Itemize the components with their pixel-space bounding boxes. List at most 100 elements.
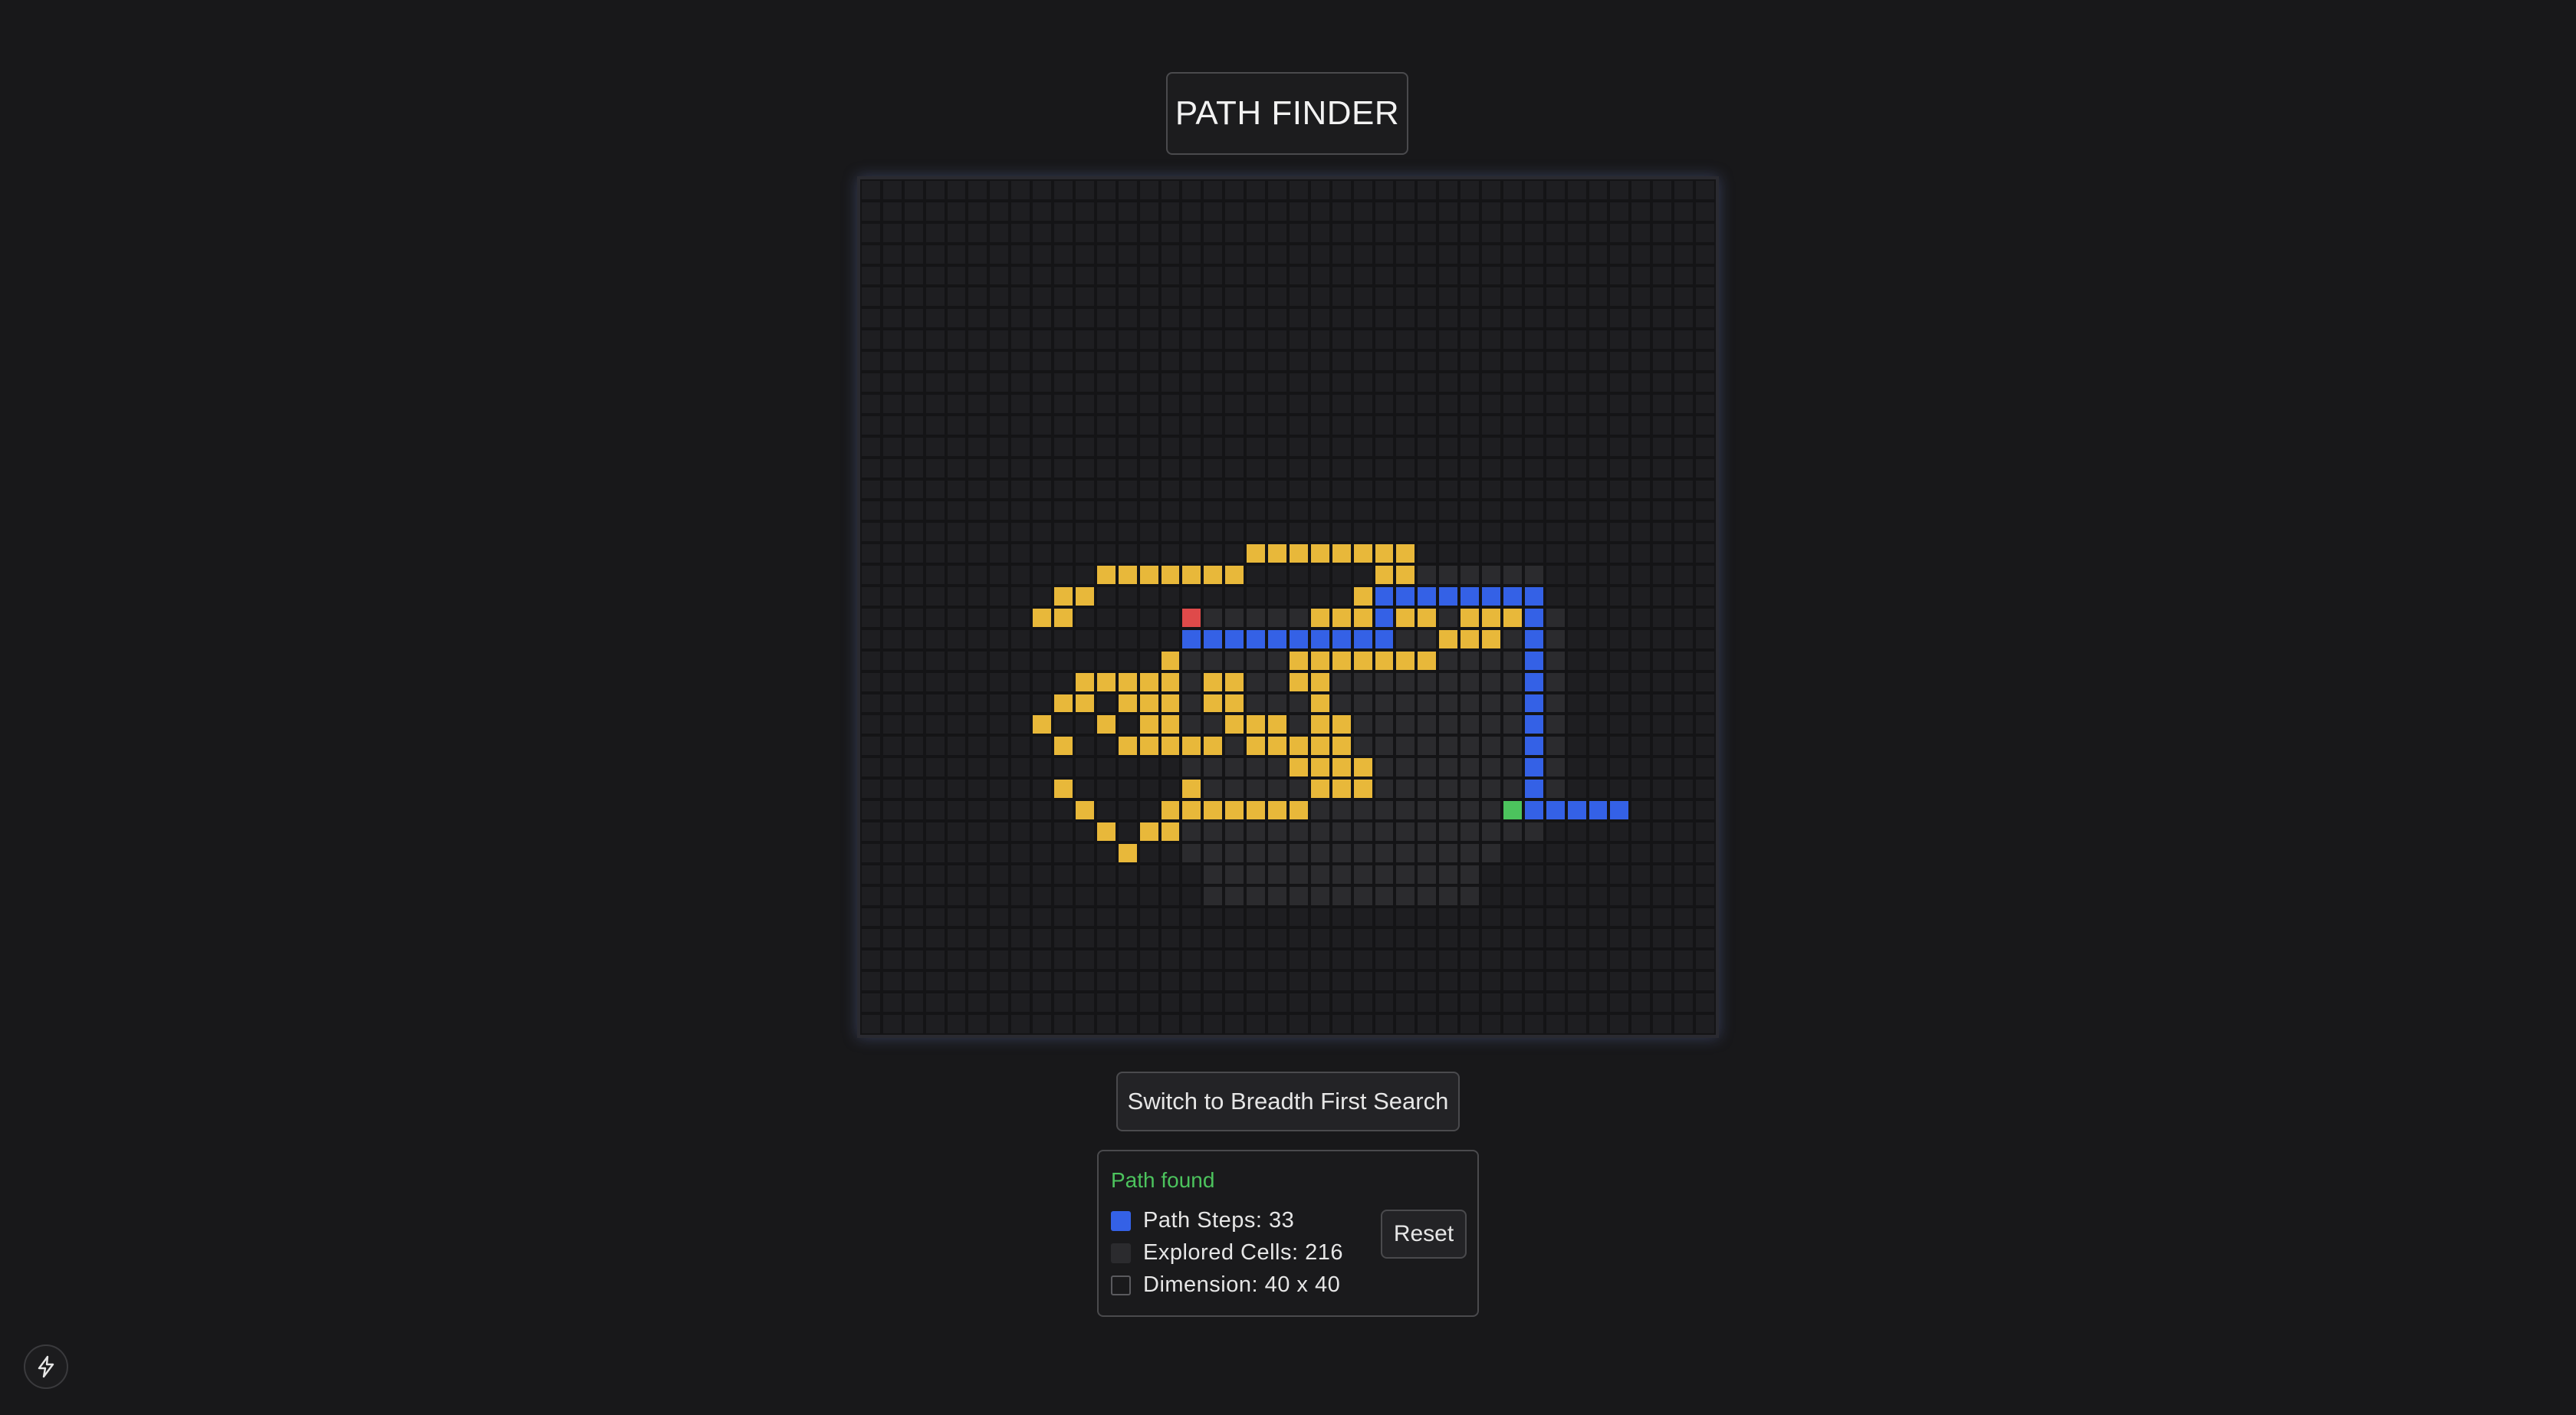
grid-cell[interactable] xyxy=(1073,649,1096,671)
grid-cell[interactable] xyxy=(1053,649,1074,671)
grid-cell[interactable] xyxy=(1459,435,1481,458)
grid-cell-explored[interactable] xyxy=(1202,820,1224,842)
grid-cell[interactable] xyxy=(1031,414,1053,436)
grid-cell[interactable] xyxy=(1352,179,1374,201)
grid-cell[interactable] xyxy=(1330,307,1352,330)
grid-cell[interactable] xyxy=(1373,500,1395,522)
grid-cell[interactable] xyxy=(1395,992,1417,1014)
grid-cell-explored[interactable] xyxy=(1501,778,1523,800)
grid-cell[interactable] xyxy=(1459,392,1481,415)
grid-cell-explored[interactable] xyxy=(1373,885,1395,907)
grid-cell[interactable] xyxy=(1159,863,1181,885)
grid-cell[interactable] xyxy=(1608,329,1631,351)
grid-cell[interactable] xyxy=(860,842,882,864)
grid-cell-explored[interactable] xyxy=(1181,692,1203,714)
grid-cell[interactable] xyxy=(1159,372,1181,393)
grid-cell[interactable] xyxy=(1544,264,1566,287)
grid-cell[interactable] xyxy=(1224,243,1246,265)
grid-cell[interactable] xyxy=(1438,1013,1460,1035)
grid-cell[interactable] xyxy=(1694,372,1716,393)
grid-cell[interactable] xyxy=(1694,949,1716,971)
grid-cell[interactable] xyxy=(1608,392,1631,415)
grid-cell-path[interactable] xyxy=(1480,586,1502,607)
grid-cell[interactable] xyxy=(881,799,903,821)
grid-cell[interactable] xyxy=(1031,307,1053,330)
grid-cell[interactable] xyxy=(1031,564,1053,586)
grid-cell[interactable] xyxy=(1587,179,1609,201)
grid-cell[interactable] xyxy=(1480,478,1502,501)
grid-cell[interactable] xyxy=(1501,863,1523,885)
grid-cell[interactable] xyxy=(1438,521,1460,543)
grid-cell[interactable] xyxy=(967,778,989,800)
grid-cell[interactable] xyxy=(1501,200,1523,222)
grid-cell[interactable] xyxy=(1395,478,1417,501)
grid-cell[interactable] xyxy=(1587,992,1609,1014)
grid-cell[interactable] xyxy=(1459,243,1481,265)
grid-cell[interactable] xyxy=(1523,350,1545,373)
grid-cell[interactable] xyxy=(1566,606,1588,629)
grid-cell[interactable] xyxy=(1630,586,1652,607)
grid-cell[interactable] xyxy=(1694,457,1716,479)
grid-cell[interactable] xyxy=(1673,264,1695,287)
grid-cell[interactable] xyxy=(860,329,882,351)
grid-cell-start[interactable] xyxy=(1181,606,1203,629)
grid-cell[interactable] xyxy=(1031,820,1053,842)
grid-cell[interactable] xyxy=(902,200,925,222)
grid-cell[interactable] xyxy=(1630,307,1652,330)
grid-cell[interactable] xyxy=(1566,478,1588,501)
grid-cell-wall[interactable] xyxy=(1202,671,1224,693)
grid-cell[interactable] xyxy=(1245,307,1267,330)
grid-cell[interactable] xyxy=(1073,885,1096,907)
grid-cell[interactable] xyxy=(902,179,925,201)
grid-cell[interactable] xyxy=(1587,414,1609,436)
grid-cell[interactable] xyxy=(1073,264,1096,287)
grid-cell[interactable] xyxy=(1395,372,1417,393)
grid-cell[interactable] xyxy=(1073,200,1096,222)
grid-cell[interactable] xyxy=(1608,842,1631,864)
grid-cell[interactable] xyxy=(967,927,989,950)
grid-cell-path[interactable] xyxy=(1501,586,1523,607)
grid-cell[interactable] xyxy=(1053,863,1074,885)
grid-cell[interactable] xyxy=(1010,906,1032,928)
grid-cell-explored[interactable] xyxy=(1309,863,1331,885)
grid-cell-explored[interactable] xyxy=(1330,885,1352,907)
grid-cell[interactable] xyxy=(860,906,882,928)
grid-cell[interactable] xyxy=(1544,392,1566,415)
grid-cell[interactable] xyxy=(1031,329,1053,351)
grid-cell-wall[interactable] xyxy=(1031,714,1053,736)
grid-cell[interactable] xyxy=(1587,906,1609,928)
grid-cell-wall[interactable] xyxy=(1224,671,1246,693)
grid-cell-explored[interactable] xyxy=(1438,735,1460,757)
grid-cell[interactable] xyxy=(881,414,903,436)
grid-cell[interactable] xyxy=(881,671,903,693)
grid-cell[interactable] xyxy=(988,307,1010,330)
grid-cell[interactable] xyxy=(1181,478,1203,501)
grid-cell-explored[interactable] xyxy=(1352,735,1374,757)
grid-cell[interactable] xyxy=(1095,692,1117,714)
grid-cell[interactable] xyxy=(1010,586,1032,607)
grid-cell[interactable] xyxy=(1116,543,1138,565)
grid-cell[interactable] xyxy=(1053,885,1074,907)
grid-cell[interactable] xyxy=(1330,179,1352,201)
grid-cell[interactable] xyxy=(1159,179,1181,201)
grid-cell[interactable] xyxy=(1608,649,1631,671)
grid-cell-wall[interactable] xyxy=(1416,606,1438,629)
grid-cell[interactable] xyxy=(1651,457,1674,479)
grid-cell[interactable] xyxy=(1673,820,1695,842)
grid-cell[interactable] xyxy=(1373,222,1395,244)
grid-cell[interactable] xyxy=(1031,392,1053,415)
grid-cell[interactable] xyxy=(1673,200,1695,222)
grid-cell[interactable] xyxy=(1309,243,1331,265)
grid-cell[interactable] xyxy=(1651,286,1674,308)
grid-cell[interactable] xyxy=(1587,521,1609,543)
grid-cell-explored[interactable] xyxy=(1224,885,1246,907)
grid-cell[interactable] xyxy=(1673,307,1695,330)
grid-cell-explored[interactable] xyxy=(1287,606,1309,629)
grid-cell[interactable] xyxy=(1267,949,1288,971)
grid-cell[interactable] xyxy=(1523,1013,1545,1035)
grid-cell[interactable] xyxy=(1630,543,1652,565)
grid-cell[interactable] xyxy=(1267,586,1288,607)
grid-cell[interactable] xyxy=(1630,927,1652,950)
grid-cell[interactable] xyxy=(1073,435,1096,458)
grid-cell[interactable] xyxy=(1501,949,1523,971)
